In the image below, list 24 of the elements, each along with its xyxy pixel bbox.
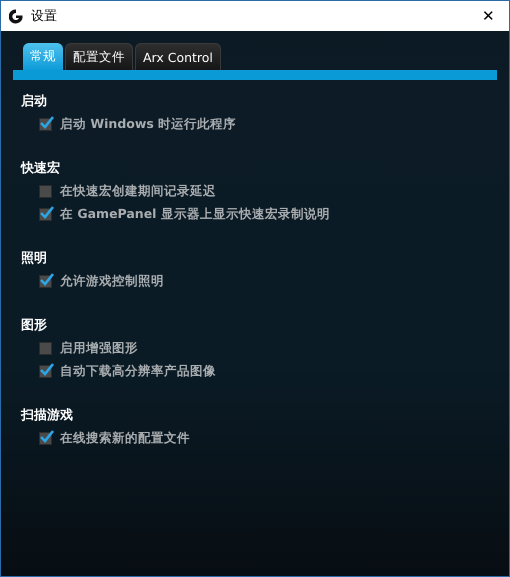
section-title: 启动 xyxy=(21,92,48,110)
option-label: 启动 Windows 时运行此程序 xyxy=(60,116,236,133)
checkbox[interactable] xyxy=(39,208,52,221)
option-label: 自动下载高分辨率产品图像 xyxy=(60,363,216,380)
logo-icon xyxy=(9,8,23,24)
option-label: 允许游戏控制照明 xyxy=(60,273,164,290)
checkbox[interactable] xyxy=(39,365,52,378)
option-label: 启用增强图形 xyxy=(60,340,138,357)
option-label: 在线搜索新的配置文件 xyxy=(60,430,190,447)
section-title: 快速宏 xyxy=(21,160,61,177)
checkbox[interactable] xyxy=(39,342,52,355)
option-label: 在 GamePanel 显示器上显示快速宏录制说明 xyxy=(60,206,330,223)
close-button[interactable]: ✕ xyxy=(476,7,501,25)
section-title: 扫描游戏 xyxy=(21,407,74,424)
section-title: 照明 xyxy=(21,250,48,267)
tab[interactable]: 配置文件 xyxy=(65,43,133,70)
checkbox[interactable] xyxy=(39,275,52,288)
section-title: 图形 xyxy=(21,317,48,334)
checkbox[interactable] xyxy=(39,118,52,131)
option-label: 在快速宏创建期间记录延迟 xyxy=(60,183,216,200)
tab[interactable]: Arx Control xyxy=(135,43,221,70)
checkbox[interactable] xyxy=(39,185,52,198)
window-title: 设置 xyxy=(31,8,58,25)
checkbox[interactable] xyxy=(39,432,52,445)
